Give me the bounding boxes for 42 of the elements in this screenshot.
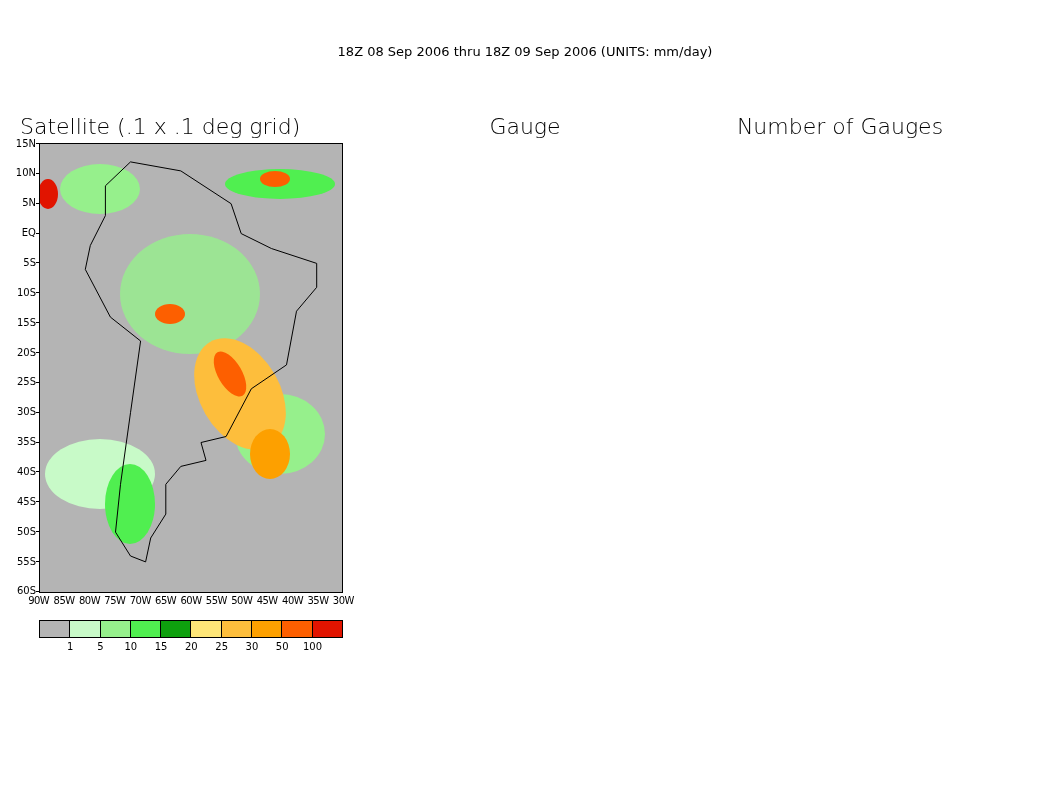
latitude-label: 30S bbox=[16, 406, 36, 419]
latitude-label: 40S bbox=[16, 465, 36, 478]
legend-label: 20 bbox=[183, 639, 199, 654]
panel-title: Gauge bbox=[489, 113, 561, 141]
longitude-label: 35W bbox=[306, 593, 330, 608]
latitude-label: 10N bbox=[15, 167, 36, 180]
panel-title: Number of Gauges bbox=[736, 113, 944, 141]
latitude-label: 15N bbox=[15, 137, 36, 150]
latitude-label: 50S bbox=[16, 525, 36, 538]
longitude-label: 90W bbox=[27, 594, 51, 608]
longitude-label: 55W bbox=[204, 593, 228, 608]
latitude-label: 15S bbox=[16, 316, 36, 329]
longitude-label: 50W bbox=[230, 593, 254, 608]
legend-label: 1 bbox=[65, 639, 75, 654]
latitude-label: 60S bbox=[16, 585, 36, 597]
latitude-label: 25S bbox=[16, 376, 36, 389]
longitude-label: 30W bbox=[331, 593, 355, 608]
latitude-label: 55S bbox=[16, 555, 36, 568]
latitude-label: 5N bbox=[22, 197, 36, 210]
longitude-label: 75W bbox=[103, 593, 127, 608]
legend-label: 100 bbox=[301, 639, 324, 654]
latitude-label: EQ bbox=[21, 227, 36, 240]
legend-label: 50 bbox=[274, 639, 290, 654]
latitude-label: 10S bbox=[16, 286, 36, 299]
latitude-label: 5S bbox=[23, 256, 36, 269]
plot-title: 18Z 08 Sep 2006 thru 18Z 09 Sep 2006 (UNITS: mm/day) bbox=[337, 43, 713, 61]
longitude-label: 85W bbox=[52, 593, 76, 608]
longitude-label: 65W bbox=[154, 593, 178, 608]
legend-label: 5 bbox=[96, 639, 105, 654]
longitude-label: 45W bbox=[255, 593, 279, 608]
longitude-label: 60W bbox=[179, 593, 203, 608]
legend-label: 15 bbox=[153, 639, 169, 654]
panel-title: Satellite (.1 x .1 deg grid) bbox=[20, 114, 301, 139]
longitude-label: 70W bbox=[128, 593, 152, 608]
legend-label: 10 bbox=[123, 639, 139, 654]
longitude-label: 80W bbox=[77, 593, 102, 608]
latitude-label: 35S bbox=[16, 436, 36, 449]
legend-label: 30 bbox=[244, 639, 260, 654]
legend-label: 25 bbox=[214, 639, 229, 654]
latitude-label: 20S bbox=[16, 346, 36, 359]
latitude-label: 45S bbox=[16, 495, 36, 508]
longitude-label: 40W bbox=[281, 593, 305, 608]
